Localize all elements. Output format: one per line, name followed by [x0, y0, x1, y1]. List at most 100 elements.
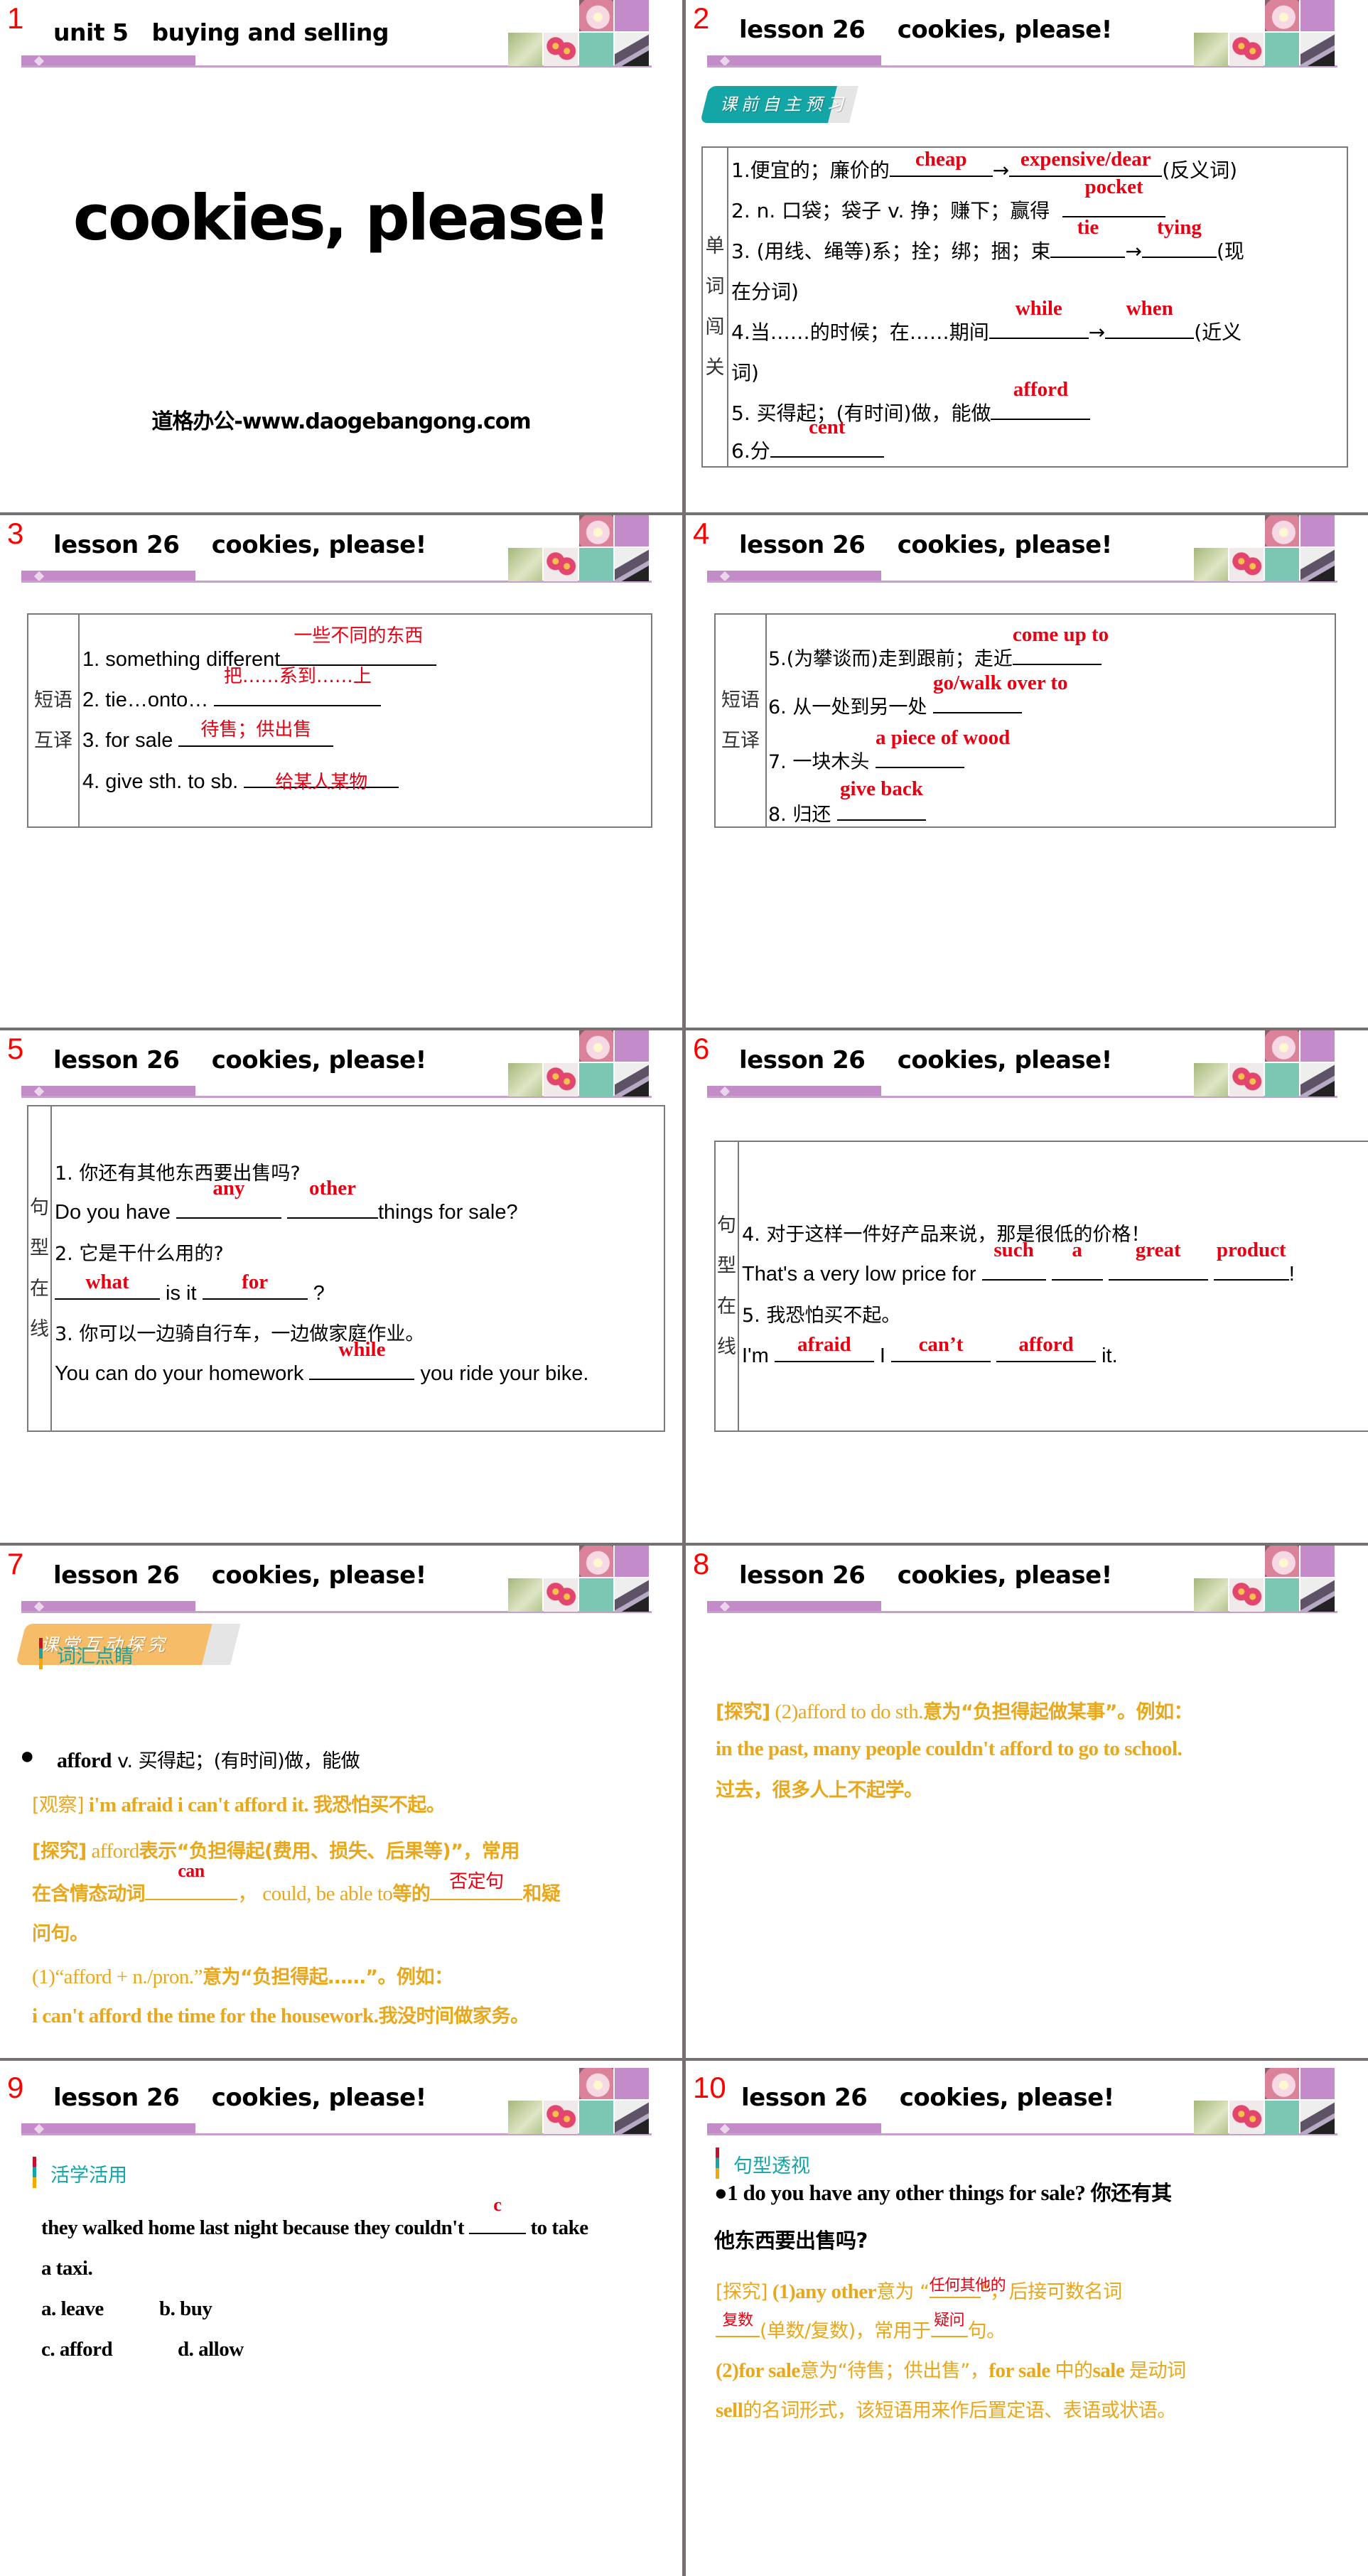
- phrase-row-5: 5.(为攀谈而)走到跟前；走近 come up to: [768, 623, 1109, 671]
- slide-9[interactable]: 9 lesson 26 cookies, please! 活学活用 they w…: [0, 2061, 682, 2576]
- side-char: 单: [705, 235, 725, 257]
- answer-text: afford: [1013, 378, 1069, 401]
- lesson-header: lesson 26 cookies, please!: [53, 2084, 426, 2112]
- answer-text: 任何其他的: [929, 2277, 1006, 2295]
- table-side-label: 单 词 闯 关: [703, 148, 728, 466]
- table-side-label: 短语 互译: [716, 615, 767, 826]
- answer-blank[interactable]: tying: [1141, 216, 1217, 258]
- slide-number: 5: [7, 1032, 24, 1065]
- answer-text: 把……系到……上: [223, 666, 372, 687]
- answer-blank[interactable]: what: [55, 1271, 160, 1300]
- side-char: 句: [717, 1214, 736, 1236]
- answer-blank[interactable]: tie: [1050, 216, 1126, 258]
- explore-line-4: sell的名词形式，该短语用来作后置定语、表语或状语。: [716, 2395, 1176, 2423]
- example-english: in the past, many people couldn't afford…: [716, 1737, 1183, 1760]
- answer-blank[interactable]: 任何其他的: [929, 2277, 1006, 2298]
- answer-blank[interactable]: for: [202, 1271, 308, 1300]
- flower-image: [1265, 515, 1299, 546]
- answer-blank[interactable]: c: [468, 2194, 526, 2234]
- glassware-image: [1194, 2101, 1228, 2134]
- explore-english: (2)for sale: [716, 2359, 800, 2382]
- q5-english: I'm afraid I can’t afford it.: [742, 1333, 1118, 1368]
- side-char: 句: [30, 1197, 49, 1219]
- answer-blank[interactable]: a: [1051, 1239, 1103, 1281]
- answer-blank[interactable]: expensive/dear: [1009, 148, 1163, 177]
- answer-blank[interactable]: can: [145, 1860, 237, 1900]
- ribbon-label: 课前自主预习: [720, 95, 848, 114]
- answer-blank[interactable]: any: [176, 1177, 281, 1219]
- slide-7[interactable]: 7 lesson 26 cookies, please! 课堂互动探究 词汇点睛…: [0, 1546, 682, 2058]
- vocab-word: afford: [57, 1749, 112, 1772]
- lesson-title: cookies, please!: [72, 181, 611, 254]
- option-a[interactable]: a. leave: [41, 2297, 104, 2321]
- answer-blank[interactable]: afraid: [774, 1333, 874, 1362]
- slide-8[interactable]: 8 lesson 26 cookies, please! [探究] (2)aff…: [686, 1546, 1368, 2058]
- answer-blank[interactable]: 待售；供出售: [178, 719, 334, 747]
- explore-text: 问句。: [32, 1923, 89, 1945]
- answer-blank[interactable]: afford: [991, 378, 1091, 420]
- answer-blank[interactable]: can’t: [890, 1333, 991, 1362]
- answer-blank[interactable]: go/walk over to: [932, 672, 1068, 713]
- answer-blank[interactable]: while: [309, 1338, 415, 1380]
- answer-blank[interactable]: pocket: [1062, 176, 1166, 217]
- answer-text: a: [1072, 1239, 1082, 1261]
- answer-blank[interactable]: 否定句: [430, 1871, 523, 1900]
- answer-blank[interactable]: while: [989, 297, 1089, 339]
- option-c[interactable]: c. afford: [41, 2338, 113, 2361]
- slide-10[interactable]: 10 lesson 26 cookies, please! 句型透视 ●1 do…: [686, 2061, 1368, 2576]
- sentence-table: 句 型 在 线 1. 你还有其他东西要出售吗? Do you have any …: [27, 1105, 665, 1432]
- side-char: 短语: [34, 689, 72, 711]
- slide-2[interactable]: 2 lesson 26 cookies, please! 课前自主预习 单 词 …: [686, 0, 1368, 512]
- section-title: 词汇点睛: [57, 1646, 134, 1668]
- answer-text: tie: [1077, 216, 1099, 239]
- vocab-rows: 1.便宜的；廉价的 cheap → expensive/dear (反义词) 2. n.…: [728, 148, 1347, 466]
- diamond-icon: [33, 2123, 45, 2135]
- compact-image: [1300, 1578, 1335, 1612]
- answer-blank[interactable]: 疑问: [930, 2312, 968, 2337]
- answer-blank[interactable]: great: [1108, 1239, 1208, 1281]
- side-char: 互译: [34, 730, 72, 752]
- phrase-row-4: 4. give sth. to sb. 给某人某物: [82, 767, 399, 794]
- explore-english: sale: [1092, 2359, 1129, 2382]
- answer-blank[interactable]: cheap: [889, 148, 993, 177]
- answer-blank[interactable]: come up to: [1012, 623, 1109, 665]
- vocab-definition: v. 买得起；(有时间)做，能做: [111, 1750, 360, 1772]
- option-b[interactable]: b. buy: [159, 2297, 212, 2321]
- answer-blank[interactable]: 复数: [716, 2312, 760, 2337]
- lilac-tile: [1300, 1030, 1335, 1062]
- answer-blank[interactable]: 给某人某物: [244, 767, 399, 793]
- rolls-image: [544, 1578, 578, 1612]
- answer-blank[interactable]: cent: [770, 416, 884, 458]
- teal-tile: [1265, 1063, 1299, 1096]
- vocab-row-4: 4.当……的时候；在……期间 while → when (近义: [731, 297, 1242, 345]
- slide-number: 2: [693, 1, 710, 35]
- answer-blank[interactable]: 把……系到……上: [214, 666, 382, 706]
- lesson-header: lesson 26 cookies, please!: [739, 1046, 1112, 1074]
- slide-4[interactable]: 4 lesson 26 cookies, please! 短语 互译 5.(为攀…: [686, 515, 1368, 1028]
- phrase-row-3: 3. for sale 待售；供出售: [82, 719, 334, 753]
- option-d[interactable]: d. allow: [178, 2338, 244, 2361]
- slide-grid: 1 unit 5 buying and selling cookies, ple…: [0, 0, 1368, 2576]
- answer-text: 疑问: [934, 2312, 965, 2329]
- slide-number: 1: [7, 1, 24, 35]
- row-mid: is it: [160, 1282, 203, 1305]
- answer-blank[interactable]: when: [1105, 297, 1195, 339]
- glassware-image: [1194, 1578, 1228, 1612]
- slide-6[interactable]: 6 lesson 26 cookies, please! 句 型 在 线 4. …: [686, 1030, 1368, 1543]
- answer-blank[interactable]: product: [1213, 1239, 1289, 1281]
- answer-blank[interactable]: such: [981, 1239, 1046, 1281]
- answer-blank[interactable]: give back: [836, 777, 926, 821]
- answer-blank[interactable]: other: [286, 1177, 378, 1219]
- section-title: 句型透视: [733, 2155, 810, 2177]
- slide-3[interactable]: 3 lesson 26 cookies, please! 短语 互译 1. so…: [0, 515, 682, 1028]
- slide-5[interactable]: 5 lesson 26 cookies, please! 句 型 在 线 1. …: [0, 1030, 682, 1543]
- answer-blank[interactable]: afford: [996, 1333, 1097, 1362]
- diamond-icon: [719, 1601, 731, 1612]
- watermark-link[interactable]: 道格办公-www.daogebangong.com: [0, 404, 682, 435]
- answer-text: a piece of wood: [875, 726, 1011, 749]
- slide-number: 3: [7, 517, 24, 550]
- answer-blank[interactable]: a piece of wood: [875, 726, 1010, 768]
- slide-1[interactable]: 1 unit 5 buying and selling cookies, ple…: [0, 0, 682, 512]
- lilac-tile: [615, 515, 649, 546]
- table-side-label: 短语 互译: [28, 615, 80, 826]
